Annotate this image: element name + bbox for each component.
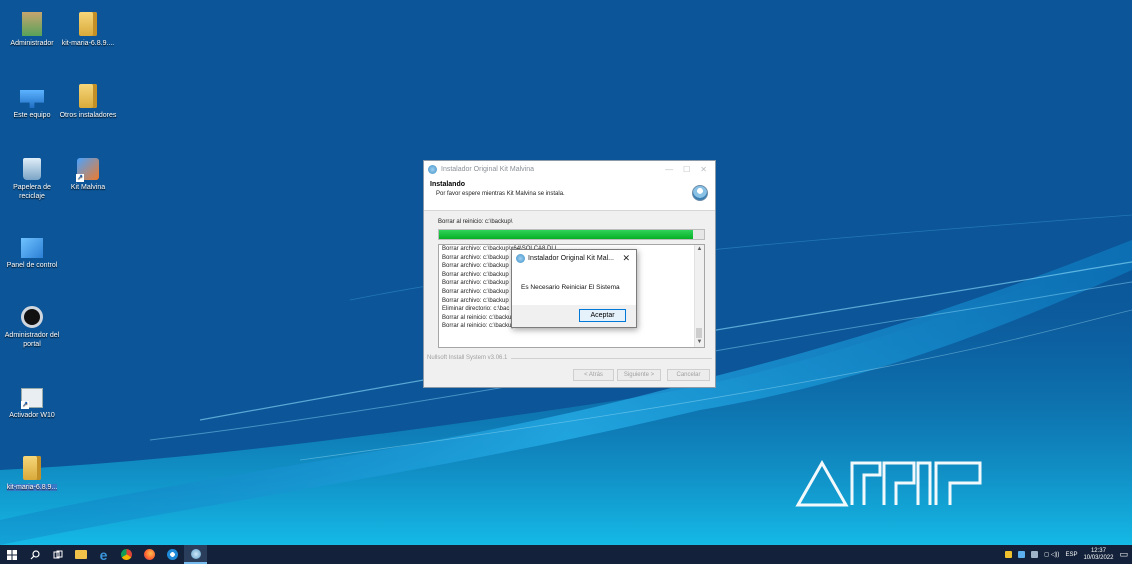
- back-button[interactable]: < Atrás: [573, 369, 614, 381]
- desktop-icon-kit-maria[interactable]: kit-maria-6.8.9....: [56, 12, 120, 48]
- firefox-icon[interactable]: [138, 545, 161, 564]
- installer-icon[interactable]: [184, 545, 207, 564]
- dialog-message: Es Necesario Reiniciar El Sistema: [521, 284, 620, 291]
- dialog-app-icon: [516, 253, 525, 263]
- desktop-icon-label: Este equipo: [13, 112, 51, 119]
- system-tray: ◻ ◁)) ESP 12:37 10/03/2022 ▭: [1005, 545, 1132, 564]
- installer-header: Instalando Por favor espere mientras Kit…: [424, 178, 715, 211]
- tray-security-icon[interactable]: [1018, 551, 1026, 558]
- computer-icon: [20, 90, 44, 108]
- ok-button[interactable]: Aceptar: [579, 309, 626, 322]
- desktop-icon-papelera[interactable]: Papelera de reciclaje: [0, 158, 64, 201]
- nsis-branding-text: Nullsoft Install System v3.06.1: [427, 355, 508, 361]
- kit-malvina-icon: [76, 158, 99, 182]
- installer-app-icon: [428, 165, 437, 174]
- progress-fill: [439, 230, 694, 239]
- notifications-icon[interactable]: ▭: [1119, 549, 1128, 560]
- recycle-bin-icon: [23, 158, 41, 180]
- maximize-icon[interactable]: ☐: [683, 165, 690, 174]
- desktop-icon-label: Panel de control: [6, 262, 58, 269]
- language-indicator[interactable]: ESP: [1065, 552, 1077, 558]
- desktop-icon-label: Administrador del portal: [4, 332, 60, 348]
- installer-header-subtitle: Por favor espere mientras Kit Malvina se…: [436, 191, 565, 197]
- install-status: Borrar al reinicio: c:\backup\: [438, 219, 513, 225]
- divider: [511, 357, 712, 359]
- scroll-down-icon[interactable]: ▼: [695, 338, 704, 347]
- dialog-body: Instalador Original Kit Mal... ✕ Es Nece…: [512, 250, 636, 305]
- clock-date: 10/03/2022: [1083, 554, 1114, 561]
- close-icon[interactable]: ✕: [622, 253, 630, 264]
- zip-folder-icon: [23, 456, 41, 480]
- tray-network-icon[interactable]: [1031, 551, 1039, 558]
- desktop-icon-kit-maria-2[interactable]: kit-maria-6.8.9...: [0, 456, 64, 492]
- desktop-icon-label: Activador W10: [9, 412, 55, 419]
- taskbar: e ◻ ◁)) ESP 12:37 10/03/2022 ▭: [0, 545, 1132, 564]
- file-explorer-icon[interactable]: [69, 545, 92, 564]
- dialog-titlebar[interactable]: Instalador Original Kit Mal... ✕: [512, 250, 636, 266]
- desktop-icon-label: Administrador: [10, 40, 54, 47]
- log-scrollbar[interactable]: ▲ ▼: [694, 245, 704, 347]
- restart-dialog: Instalador Original Kit Mal... ✕ Es Nece…: [511, 249, 637, 328]
- scroll-up-icon[interactable]: ▲: [695, 245, 704, 254]
- minimize-icon[interactable]: —: [665, 165, 673, 174]
- next-button[interactable]: Siguiente >: [617, 369, 661, 381]
- desktop-icon-activador[interactable]: Activador W10: [0, 384, 64, 420]
- progress-bar: [438, 229, 705, 240]
- desktop-icon-label: Kit Malvina: [70, 184, 106, 191]
- close-icon[interactable]: ✕: [700, 165, 707, 174]
- desktop-icon-otros-instaladores[interactable]: Otros instaladores: [56, 84, 120, 120]
- desktop-icon-label: Otros instaladores: [59, 112, 117, 119]
- desktop-icon-panel-control[interactable]: Panel de control: [0, 234, 64, 270]
- search-icon[interactable]: [23, 545, 46, 564]
- nsis-branding: Nullsoft Install System v3.06.1: [427, 355, 712, 361]
- folder-icon: [79, 84, 97, 108]
- desktop-icon-label: kit-maria-6.8.9...: [6, 484, 58, 491]
- activator-icon: [21, 388, 43, 409]
- desktop-icon-label: Papelera de reciclaje: [13, 184, 51, 200]
- control-panel-icon: [21, 238, 43, 258]
- clock-time: 12:37: [1090, 547, 1106, 554]
- scroll-thumb[interactable]: [696, 328, 702, 338]
- installer-title: Instalador Original Kit Malvina: [441, 166, 534, 173]
- installer-header-title: Instalando: [430, 181, 466, 188]
- user-folder-icon: [22, 12, 42, 36]
- dialog-title: Instalador Original Kit Mal...: [528, 254, 614, 262]
- tray-app-icon[interactable]: [1005, 551, 1013, 558]
- edge-icon[interactable]: e: [92, 545, 115, 564]
- desktop-icon-admin-portal[interactable]: Administrador del portal: [0, 306, 64, 349]
- desktop-icon-administrador[interactable]: Administrador: [0, 12, 64, 48]
- installer-logo-icon: [692, 185, 708, 201]
- portal-icon: [21, 306, 43, 328]
- chrome-icon[interactable]: [115, 545, 138, 564]
- volume-icon[interactable]: ◻ ◁)): [1044, 551, 1059, 558]
- task-view-icon[interactable]: [46, 545, 69, 564]
- desktop-icon-label: kit-maria-6.8.9....: [61, 40, 115, 47]
- desktop-icon-kit-malvina[interactable]: Kit Malvina: [56, 158, 120, 192]
- windows-start-icon[interactable]: [0, 545, 23, 564]
- app-icon[interactable]: [161, 545, 184, 564]
- installer-titlebar[interactable]: Instalador Original Kit Malvina — ☐ ✕: [424, 161, 715, 178]
- desktop-icon-este-equipo[interactable]: Este equipo: [0, 84, 64, 120]
- cancel-button[interactable]: Cancelar: [667, 369, 710, 381]
- clock[interactable]: 12:37 10/03/2022: [1083, 548, 1113, 562]
- folder-icon: [79, 12, 97, 36]
- window-controls: — ☐ ✕: [665, 165, 715, 174]
